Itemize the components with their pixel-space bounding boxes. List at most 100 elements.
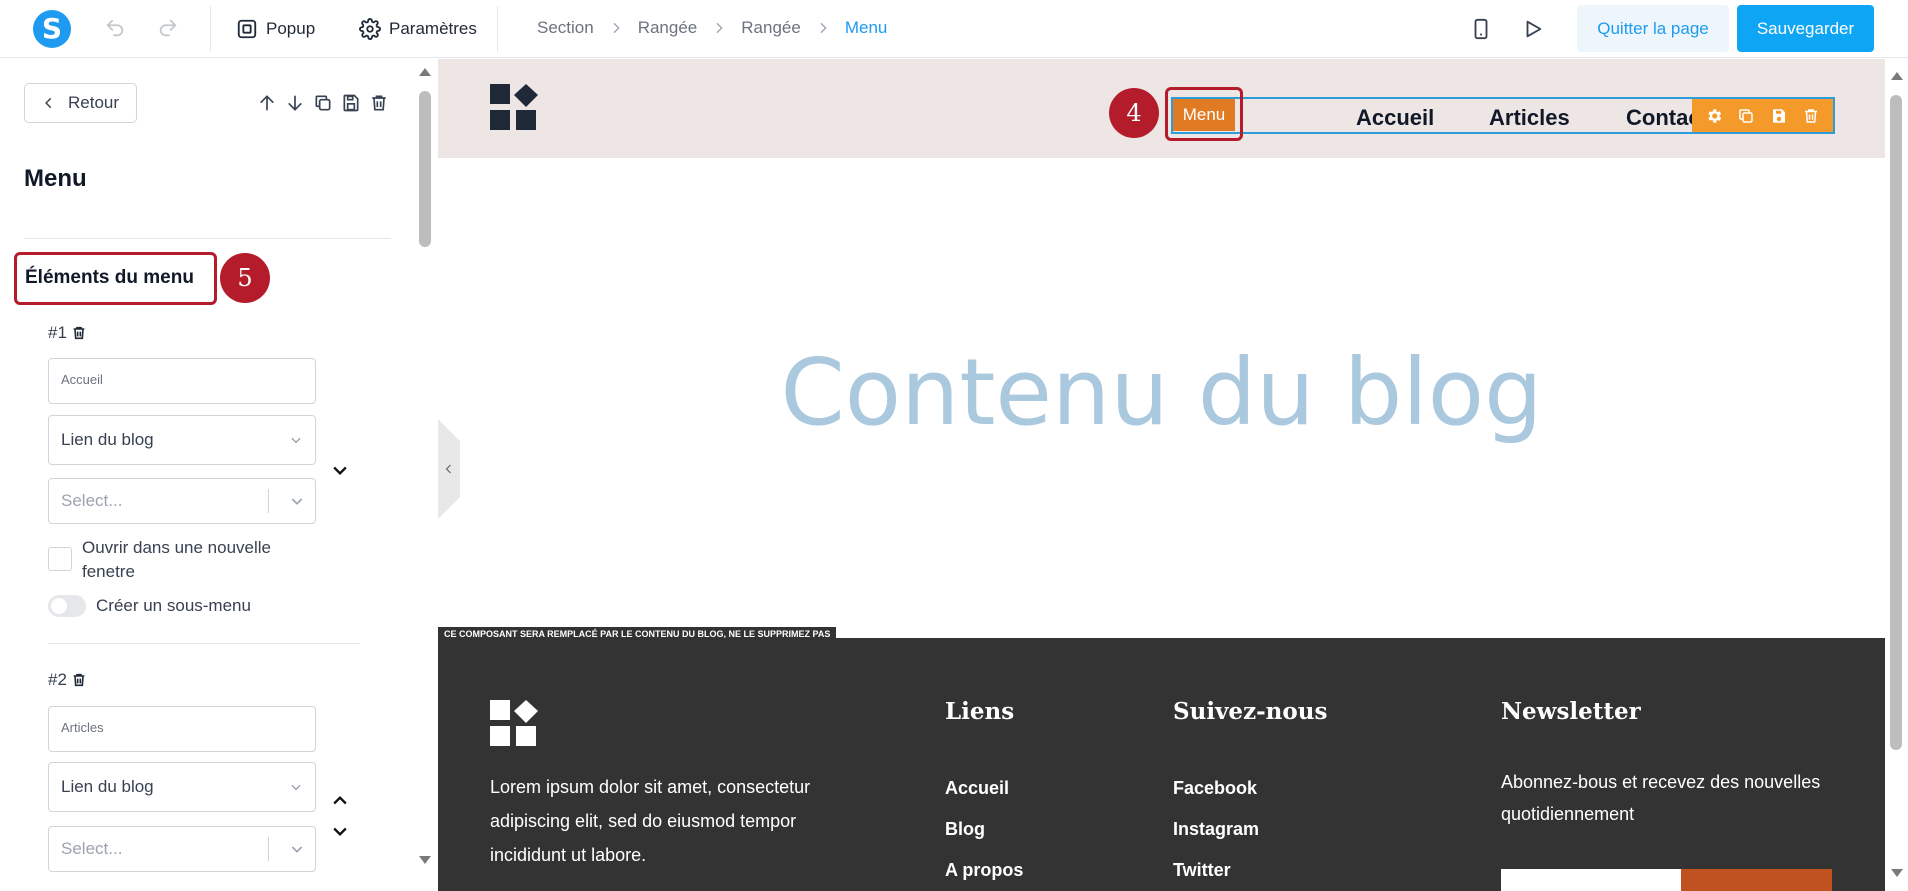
- chevron-left-icon: [42, 95, 56, 111]
- link-type-value: Lien du blog: [61, 430, 154, 449]
- nav-link-contact[interactable]: Contac: [1626, 105, 1701, 131]
- item-number: #2: [48, 670, 67, 689]
- site-header: Menu 4 Accueil Articles Contac: [438, 59, 1885, 158]
- save-icon[interactable]: [341, 93, 361, 113]
- scroll-up-icon[interactable]: [418, 67, 432, 77]
- footer-social-list: Facebook Instagram Twitter: [1173, 768, 1259, 891]
- footer-links-list: Accueil Blog A propos: [945, 768, 1023, 891]
- footer-link[interactable]: A propos: [945, 850, 1023, 891]
- link-type-dropdown[interactable]: Lien du blog: [48, 762, 316, 812]
- undo-icon[interactable]: [104, 17, 126, 39]
- arrow-up-icon[interactable]: [257, 93, 277, 113]
- newsletter-submit-button[interactable]: [1681, 869, 1832, 891]
- menu-element-tag[interactable]: Menu: [1173, 99, 1235, 131]
- copy-icon[interactable]: [313, 93, 333, 113]
- divider: [48, 643, 360, 644]
- chevron-right-icon: [711, 20, 727, 36]
- trash-icon[interactable]: [71, 671, 87, 689]
- chevron-up-icon[interactable]: [330, 791, 350, 811]
- submenu-toggle[interactable]: [48, 595, 86, 617]
- popup-label: Popup: [266, 19, 316, 38]
- footer-description: Lorem ipsum dolor sit amet, consectetur …: [490, 777, 811, 865]
- panel-title: Menu: [24, 165, 87, 192]
- settings-button[interactable]: Paramètres: [359, 16, 477, 42]
- scroll-down-icon[interactable]: [418, 855, 432, 865]
- toolbar-divider: [210, 6, 211, 52]
- settings-panel: Retour Menu Éléments du menu 5 #1 Accuei…: [0, 59, 437, 891]
- trash-icon[interactable]: [71, 324, 87, 342]
- annotation-badge: 5: [220, 253, 270, 303]
- menu-item-text-input[interactable]: Articles: [48, 706, 316, 752]
- canvas-scrollbar-thumb[interactable]: [1890, 95, 1902, 750]
- submenu-option: Créer un sous-menu: [48, 595, 251, 617]
- menu-item-text-input[interactable]: Accueil: [48, 358, 316, 404]
- breadcrumb-item-row[interactable]: Rangée: [638, 18, 698, 38]
- footer-follow-title: Suivez-nous: [1173, 698, 1328, 725]
- gear-icon: [359, 18, 381, 40]
- chevron-right-icon: [608, 20, 624, 36]
- gear-icon[interactable]: [1705, 107, 1723, 125]
- link-target-select[interactable]: Select...: [48, 826, 316, 872]
- chevron-down-icon: [279, 841, 315, 857]
- nav-link-home[interactable]: Accueil: [1356, 105, 1434, 131]
- footer-logo: [490, 700, 538, 747]
- new-window-label: Ouvrir dans une nouvelle fenetre: [82, 538, 272, 581]
- back-button[interactable]: Retour: [24, 83, 137, 123]
- social-link[interactable]: Instagram: [1173, 809, 1259, 850]
- quit-page-button[interactable]: Quitter la page: [1577, 5, 1729, 52]
- chevron-down-icon: [289, 780, 303, 794]
- new-window-checkbox[interactable]: [48, 547, 72, 571]
- popup-button[interactable]: Popup: [236, 16, 315, 42]
- annotation-badge: 4: [1109, 88, 1159, 138]
- app-logo[interactable]: S: [33, 10, 71, 48]
- element-quick-tools: [1692, 99, 1833, 132]
- footer-newsletter-title: Newsletter: [1501, 698, 1641, 725]
- top-toolbar: S Popup Paramètres Section Rangée Rangée…: [0, 0, 1908, 58]
- divider: [24, 238, 391, 239]
- social-link[interactable]: Facebook: [1173, 768, 1259, 809]
- chevron-down-icon: [279, 493, 315, 509]
- link-target-select[interactable]: Select...: [48, 478, 316, 524]
- arrow-down-icon[interactable]: [285, 93, 305, 113]
- toolbar-divider: [497, 6, 498, 52]
- breadcrumb-item-section[interactable]: Section: [537, 18, 594, 38]
- newsletter-description: Abonnez-bous et recevez des nouvelles qu…: [1501, 772, 1821, 824]
- page-canvas: Menu 4 Accueil Articles Contac Contenu d…: [438, 59, 1885, 891]
- scroll-down-icon[interactable]: [1890, 868, 1904, 878]
- select-placeholder: Select...: [61, 839, 123, 858]
- social-link[interactable]: Twitter: [1173, 850, 1259, 891]
- redo-icon[interactable]: [157, 17, 179, 39]
- copy-icon[interactable]: [1737, 107, 1755, 125]
- breadcrumb: Section Rangée Rangée Menu: [537, 18, 887, 38]
- link-type-dropdown[interactable]: Lien du blog: [48, 415, 316, 465]
- select-divider: [268, 837, 269, 861]
- new-window-option: Ouvrir dans une nouvelle fenetre: [48, 536, 297, 584]
- chevron-down-icon[interactable]: [330, 821, 350, 841]
- submenu-label: Créer un sous-menu: [96, 596, 251, 615]
- chevron-down-icon[interactable]: [330, 460, 350, 480]
- scroll-up-icon[interactable]: [1890, 71, 1904, 81]
- play-icon[interactable]: [1522, 17, 1544, 41]
- link-type-value: Lien du blog: [61, 777, 154, 796]
- element-tools: [257, 93, 389, 113]
- mobile-icon[interactable]: [1470, 17, 1492, 41]
- trash-icon[interactable]: [1802, 107, 1820, 125]
- breadcrumb-item-row[interactable]: Rangée: [741, 18, 801, 38]
- back-label: Retour: [67, 93, 120, 112]
- site-footer: Lorem ipsum dolor sit amet, consectetur …: [438, 638, 1885, 891]
- trash-icon[interactable]: [369, 93, 389, 113]
- settings-label: Paramètres: [389, 19, 477, 38]
- site-logo: [490, 84, 538, 131]
- menu-item-header: #1: [48, 323, 87, 343]
- select-placeholder: Select...: [61, 491, 123, 510]
- breadcrumb-item-menu[interactable]: Menu: [845, 18, 888, 38]
- save-button[interactable]: Sauvegarder: [1737, 5, 1874, 52]
- save-icon[interactable]: [1770, 107, 1788, 125]
- blog-content-placeholder: Contenu du blog: [780, 339, 1543, 446]
- item-number: #1: [48, 323, 67, 342]
- nav-link-articles[interactable]: Articles: [1489, 105, 1570, 131]
- panel-scrollbar-thumb[interactable]: [419, 91, 431, 247]
- footer-link[interactable]: Blog: [945, 809, 1023, 850]
- menu-items-section-title: Éléments du menu: [14, 252, 217, 305]
- footer-link[interactable]: Accueil: [945, 768, 1023, 809]
